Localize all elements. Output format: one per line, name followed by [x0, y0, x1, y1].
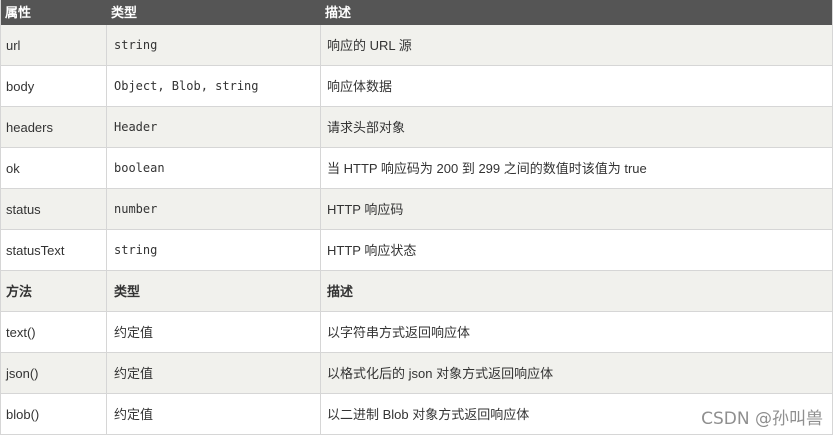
table-row: ok boolean 当 HTTP 响应码为 200 到 299 之间的数值时该… [1, 148, 832, 189]
property-name-cell: headers [1, 107, 107, 147]
header-cell-type: 类型 [107, 271, 321, 311]
method-type-cell: 约定值 [107, 312, 321, 352]
header-cell-method: 方法 [1, 271, 107, 311]
property-name-cell: body [1, 66, 107, 106]
property-desc-cell: 响应体数据 [327, 78, 393, 94]
header-cell-description: 描述 [327, 283, 354, 299]
method-name-cell: json() [1, 353, 107, 393]
property-type-cell: Object, Blob, string [107, 66, 321, 106]
table-row: body Object, Blob, string 响应体数据 [1, 66, 832, 107]
method-type-cell: 约定值 [107, 353, 321, 393]
table-row: status number HTTP 响应码 [1, 189, 832, 230]
header-cell-property: 属性 [5, 5, 32, 20]
methods-header-row: 方法 类型 描述 [1, 271, 832, 312]
table-row: text() 约定值 以字符串方式返回响应体 [1, 312, 832, 353]
property-type-cell: Header [107, 107, 321, 147]
property-name-cell: statusText [1, 230, 107, 270]
property-desc-cell: HTTP 响应码 [327, 201, 404, 217]
method-desc-cell: 以字符串方式返回响应体 [327, 324, 471, 340]
table-row: json() 约定值 以格式化后的 json 对象方式返回响应体 [1, 353, 832, 394]
property-desc-cell: 响应的 URL 源 [327, 37, 412, 53]
method-name-cell: text() [1, 312, 107, 352]
table-header-row: 属性 类型 描述 [1, 0, 832, 25]
property-name-cell: url [1, 25, 107, 65]
table-row: statusText string HTTP 响应状态 [1, 230, 832, 271]
header-cell-description: 描述 [325, 5, 352, 20]
method-desc-cell: 以格式化后的 json 对象方式返回响应体 [327, 365, 554, 381]
property-name-cell: ok [1, 148, 107, 188]
property-name-cell: status [1, 189, 107, 229]
property-type-cell: boolean [107, 148, 321, 188]
method-name-cell: blob() [1, 394, 107, 434]
table-row: url string 响应的 URL 源 [1, 25, 832, 66]
header-cell-type: 类型 [111, 5, 138, 20]
property-type-cell: number [107, 189, 321, 229]
api-table: 属性 类型 描述 url string 响应的 URL 源 body Objec… [0, 0, 833, 435]
csdn-watermark: CSDN @孙叫兽 [701, 409, 823, 429]
property-desc-cell: 请求头部对象 [327, 119, 406, 135]
property-type-cell: string [107, 25, 321, 65]
property-desc-cell: HTTP 响应状态 [327, 242, 417, 258]
property-type-cell: string [107, 230, 321, 270]
property-desc-cell: 当 HTTP 响应码为 200 到 299 之间的数值时该值为 true [327, 160, 647, 176]
method-type-cell: 约定值 [107, 394, 321, 434]
table-row: headers Header 请求头部对象 [1, 107, 832, 148]
